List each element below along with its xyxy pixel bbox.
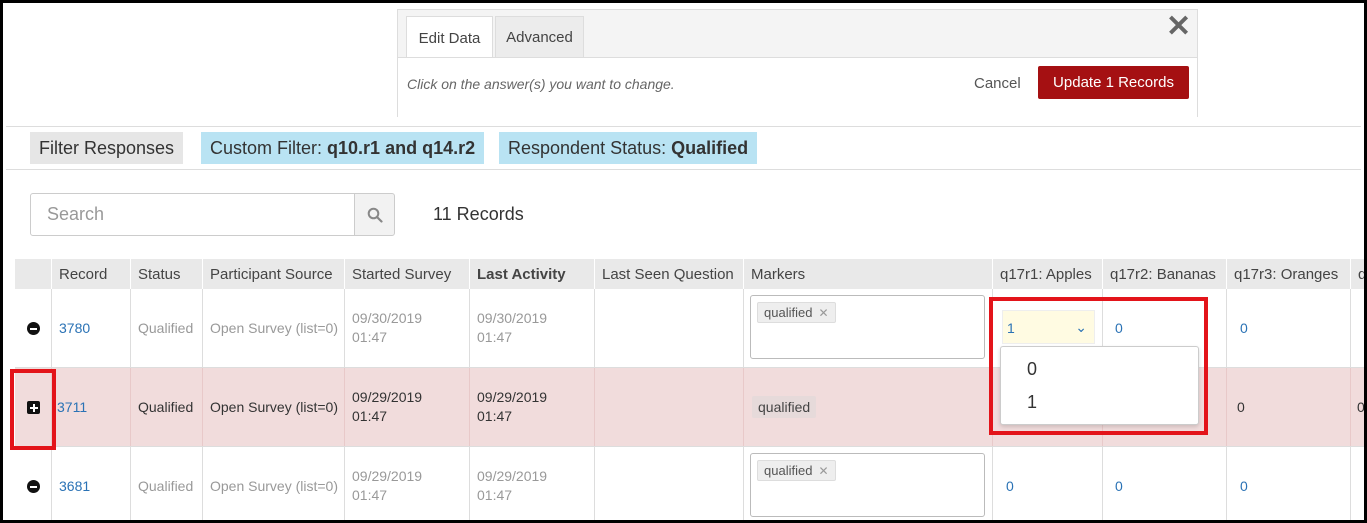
collapse-icon[interactable] [27, 480, 40, 493]
tab-advanced[interactable]: Advanced [495, 16, 584, 58]
q17r3-cell[interactable]: 0 [1227, 368, 1351, 446]
last-time: 01:47 [477, 408, 513, 424]
remove-icon[interactable]: ✕ [818, 306, 828, 320]
tab-edit-data[interactable]: Edit Data [406, 16, 493, 59]
column-header-record[interactable]: Record [52, 259, 131, 289]
q-extra-cell [1351, 447, 1364, 520]
column-header-started-survey[interactable]: Started Survey [345, 259, 470, 289]
last-date: 09/29/2019 [477, 468, 548, 484]
record-id[interactable]: 3780 [52, 289, 131, 367]
respondent-status-label: Respondent Status: [508, 137, 667, 158]
status-cell: Qualified [131, 368, 203, 446]
status-cell: Qualified [131, 447, 203, 520]
dropdown-option[interactable]: 0 [1027, 359, 1037, 380]
search-icon [367, 207, 383, 223]
started-date: 09/30/2019 [352, 310, 423, 326]
started-cell: 09/29/2019 01:47 [345, 447, 470, 520]
markers-input[interactable]: qualified ✕ [750, 295, 985, 359]
row-toggle-cell [15, 447, 52, 520]
column-header-status[interactable]: Status [131, 259, 203, 289]
started-time: 01:47 [352, 408, 388, 424]
close-icon[interactable]: ✕ [1166, 12, 1191, 42]
marker-label: qualified [764, 305, 813, 320]
edit-panel-body: Click on the answer(s) you want to chang… [398, 57, 1197, 117]
column-header-last-activity[interactable]: Last Activity [470, 259, 595, 289]
source-cell: Open Survey (list=0) [203, 289, 345, 367]
q17r2-cell[interactable]: 0 [1103, 447, 1227, 520]
respondent-status-value: Qualified [671, 137, 749, 158]
started-cell: 09/29/2019 01:47 [345, 368, 470, 446]
source-cell: Open Survey (list=0) [203, 368, 345, 446]
q17r1-dropdown-menu: 0 1 [1000, 346, 1199, 425]
column-header-q17r2[interactable]: q17r2: Bananas [1103, 259, 1227, 289]
last-activity-cell: 09/30/2019 01:47 [470, 289, 595, 367]
respondent-status-chip[interactable]: Respondent Status: Qualified [499, 132, 758, 164]
row-toggle-cell [15, 368, 52, 446]
last-date: 09/29/2019 [477, 389, 548, 405]
filter-responses-button[interactable]: Filter Responses [30, 132, 184, 164]
started-cell: 09/30/2019 01:47 [345, 289, 470, 367]
divider [6, 126, 1361, 127]
chevron-down-icon: ⌄ [1075, 319, 1087, 335]
cancel-button[interactable]: Cancel [974, 75, 1021, 92]
divider [6, 169, 1361, 170]
records-count: 11 Records [433, 204, 524, 224]
record-id[interactable]: 3711 [52, 368, 131, 446]
q-extra-cell [1351, 289, 1364, 367]
edit-data-panel: Edit Data Advanced ✕ Click on the answer… [397, 9, 1198, 117]
q17r3-cell[interactable]: 0 [1227, 447, 1351, 520]
column-header-last-seen-question[interactable]: Last Seen Question [595, 259, 744, 289]
custom-filter-chip[interactable]: Custom Filter: q10.r1 and q14.r2 [201, 132, 485, 164]
remove-icon[interactable]: ✕ [818, 464, 828, 478]
started-date: 09/29/2019 [352, 389, 423, 405]
expand-icon[interactable] [27, 401, 40, 414]
q17r1-cell[interactable]: 0 [993, 447, 1103, 520]
status-cell: Qualified [131, 289, 203, 367]
last-time: 01:47 [477, 329, 513, 345]
column-header-toggle [15, 259, 52, 289]
started-date: 09/29/2019 [352, 468, 423, 484]
table-row: 3681 Qualified Open Survey (list=0) 09/2… [15, 447, 1364, 520]
last-date: 09/30/2019 [477, 310, 548, 326]
page-frame: Edit Data Advanced ✕ Click on the answer… [0, 0, 1367, 523]
custom-filter-value: q10.r1 and q14.r2 [327, 137, 476, 158]
custom-filter-label: Custom Filter: [210, 137, 323, 158]
markers-cell: qualified ✕ [744, 289, 993, 367]
markers-input[interactable]: qualified ✕ [750, 453, 985, 517]
column-header-q17r3[interactable]: q17r3: Oranges [1227, 259, 1351, 289]
source-cell: Open Survey (list=0) [203, 447, 345, 520]
search-input[interactable] [30, 193, 355, 236]
select-value: 1 [1007, 320, 1015, 336]
record-id[interactable]: 3681 [52, 447, 131, 520]
last-activity-cell: 09/29/2019 01:47 [470, 368, 595, 446]
column-header-q-extra[interactable]: q [1351, 259, 1364, 289]
last-time: 01:47 [477, 487, 513, 503]
last-seen-cell [595, 368, 744, 446]
marker-tag: qualified ✕ [757, 302, 836, 323]
last-seen-cell [595, 447, 744, 520]
started-time: 01:47 [352, 329, 388, 345]
column-header-participant-source[interactable]: Participant Source [203, 259, 345, 289]
last-seen-cell [595, 289, 744, 367]
q17r3-cell[interactable]: 0 [1227, 289, 1351, 367]
update-records-button[interactable]: Update 1 Records [1038, 66, 1189, 99]
column-header-markers[interactable]: Markers [744, 259, 993, 289]
filter-responses-label: Filter Responses [39, 137, 175, 158]
started-time: 01:47 [352, 487, 388, 503]
row-toggle-cell [15, 289, 52, 367]
edit-instruction: Click on the answer(s) you want to chang… [407, 76, 675, 92]
q17r1-select[interactable]: 1 ⌄ [1002, 310, 1095, 344]
dropdown-option[interactable]: 1 [1027, 392, 1037, 413]
collapse-icon[interactable] [27, 322, 40, 335]
marker-tag: qualified [752, 396, 817, 418]
last-activity-cell: 09/29/2019 01:47 [470, 447, 595, 520]
markers-cell: qualified [744, 368, 993, 446]
column-header-q17r1[interactable]: q17r1: Apples [993, 259, 1103, 289]
q-extra-cell: 0 [1351, 368, 1364, 446]
search-button[interactable] [354, 193, 395, 236]
marker-tag: qualified ✕ [757, 460, 836, 481]
marker-label: qualified [764, 463, 813, 478]
markers-cell: qualified ✕ [744, 447, 993, 520]
